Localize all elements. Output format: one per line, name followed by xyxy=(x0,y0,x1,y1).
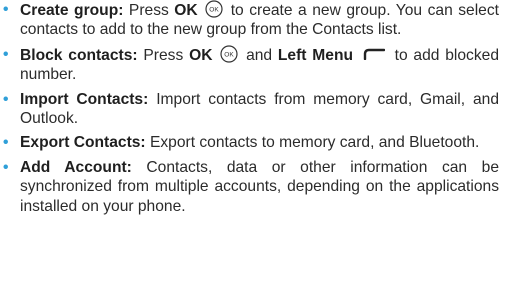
key-ok: OK xyxy=(189,46,213,64)
bullet: • xyxy=(3,158,9,176)
term-block-contacts: Block contacts: xyxy=(20,46,138,64)
ok-button-icon: OK xyxy=(220,45,238,63)
term-export-contacts: Export Contacts: xyxy=(20,134,146,152)
svg-text:OK: OK xyxy=(225,51,235,58)
item-text: and xyxy=(240,46,278,64)
key-left-menu: Left Menu xyxy=(277,46,353,64)
term-import-contacts: Import Contacts: xyxy=(20,90,149,108)
bullet: • xyxy=(3,1,9,18)
item-text: Export contacts to memory card, and Blue… xyxy=(145,134,480,152)
list-item-export-contacts: • Export Contacts: Export contacts to me… xyxy=(0,133,507,152)
svg-text:OK: OK xyxy=(210,6,220,13)
key-ok: OK xyxy=(174,2,198,19)
bullet: • xyxy=(3,134,9,152)
bullet: • xyxy=(3,90,9,108)
list-item-create-group: • Create group: Press OK OK to create a … xyxy=(0,0,507,40)
ok-button-icon: OK xyxy=(205,0,223,18)
left-menu-softkey-icon xyxy=(363,48,385,60)
list-item-add-account: • Add Account: Contacts, data or other i… xyxy=(0,158,507,216)
list-item-import-contacts: • Import Contacts: Import contacts from … xyxy=(0,90,507,129)
bullet: • xyxy=(3,45,9,63)
term-add-account: Add Account: xyxy=(20,158,132,176)
item-text: Press xyxy=(137,46,190,64)
document-page: • Create group: Press OK OK to create a … xyxy=(0,0,507,303)
list-item-block-contacts: • Block contacts: Press OK OK and Left M… xyxy=(0,45,507,85)
term-create-group: Create group: xyxy=(20,2,124,19)
item-text: Press xyxy=(123,2,175,19)
